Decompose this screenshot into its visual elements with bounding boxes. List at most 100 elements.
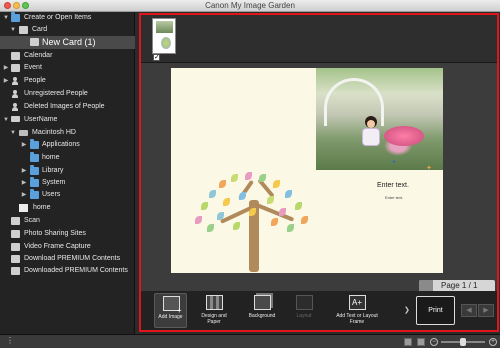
video-icon <box>11 243 20 251</box>
editor-panel: ✓ ✦ ✦ Enter text. Enter text. Page 1 / 1… <box>139 13 499 332</box>
leaf <box>201 202 208 210</box>
sidebar-item-calendar[interactable]: Calendar <box>0 50 135 62</box>
sidebar-item-home-folder[interactable]: home <box>0 152 135 164</box>
sidebar-item-label: home <box>42 154 60 161</box>
disk-icon <box>19 130 28 136</box>
leaf <box>209 190 216 198</box>
sidebar-item-photo-sharing-sites[interactable]: Photo Sharing Sites <box>0 228 135 240</box>
sidebar-item-system[interactable]: ▶ System <box>0 177 135 189</box>
design-and-paper-button[interactable]: Design and Paper <box>196 293 232 328</box>
expanded-triangle-icon[interactable]: ▼ <box>10 127 16 139</box>
sidebar-item-label: Users <box>42 191 61 198</box>
sidebar-item-video-frame-capture[interactable]: Video Frame Capture <box>0 241 135 253</box>
leaf <box>259 174 266 182</box>
thumbnail-tree <box>161 37 171 49</box>
sidebar-item-macintosh-hd[interactable]: ▼ Macintosh HD <box>0 127 135 139</box>
sidebar-item-label: Macintosh HD <box>32 129 76 136</box>
expanded-triangle-icon[interactable]: ▼ <box>10 24 16 36</box>
card-page[interactable]: ✦ ✦ Enter text. Enter text. <box>171 68 443 273</box>
page-thumbnail-strip: ✓ <box>141 15 497 63</box>
sidebar-item-scan[interactable]: Scan <box>0 215 135 227</box>
background-icon <box>254 295 271 310</box>
print-button[interactable]: Print <box>416 296 455 325</box>
add-text-button[interactable]: A+ Add Text or Layout Frame <box>331 293 383 328</box>
collapsed-triangle-icon[interactable]: ▶ <box>21 165 27 177</box>
more-tools-arrow-icon[interactable]: ❯ <box>404 306 410 314</box>
sidebar-item-deleted-images-of-people[interactable]: Deleted Images of People <box>0 101 135 113</box>
sidebar-item-label: home <box>33 204 51 211</box>
leaf <box>239 192 246 200</box>
photo-child <box>360 116 382 146</box>
leaf <box>301 216 308 224</box>
thumbnail-checkbox[interactable]: ✓ <box>153 54 160 61</box>
sidebar-item-card[interactable]: ▼ Card <box>0 24 135 36</box>
zoom-out-icon[interactable]: − <box>430 338 438 346</box>
collapsed-triangle-icon[interactable]: ▶ <box>3 62 9 74</box>
full-screen-button[interactable] <box>417 338 425 346</box>
expanded-triangle-icon[interactable]: ▼ <box>3 114 9 126</box>
sidebar-item-people[interactable]: ▶ People <box>0 75 135 87</box>
sidebar-item-download-premium[interactable]: Download PREMIUM Contents <box>0 253 135 265</box>
sidebar-item-username[interactable]: ▼ UserName <box>0 114 135 126</box>
sidebar-item-label: Download PREMIUM Contents <box>24 255 121 262</box>
info-icon[interactable]: ⋮ <box>6 336 14 345</box>
page-thumbnail[interactable] <box>152 18 176 54</box>
edit-canvas-area: ✦ ✦ Enter text. Enter text. <box>141 64 497 291</box>
person-icon <box>11 77 20 85</box>
add-text-label: Add Text or Layout Frame <box>336 313 378 325</box>
zoom-in-icon[interactable]: + <box>489 338 497 346</box>
window-title: Canon My Image Garden <box>205 1 295 10</box>
sidebar-item-label: Library <box>42 167 64 174</box>
sidebar-item-label: Unregistered People <box>24 90 88 97</box>
sidebar-item-label: Create or Open Items <box>24 14 92 21</box>
card-icon <box>19 26 28 34</box>
sidebar-item-users[interactable]: ▶ Users <box>0 189 135 201</box>
leaf <box>233 222 240 230</box>
sidebar-item-label: New Card (1) <box>42 37 96 47</box>
leaf <box>223 198 230 206</box>
sidebar-item-new-card[interactable]: New Card (1) <box>0 36 135 49</box>
folder-icon <box>30 165 39 175</box>
background-button[interactable]: Background <box>244 293 280 328</box>
page-subtext-box[interactable]: Enter text. <box>385 195 403 200</box>
folder-icon <box>30 189 39 199</box>
expanded-triangle-icon[interactable]: ▼ <box>3 12 9 24</box>
sidebar-item-label: Applications <box>42 141 80 148</box>
sidebar-item-home[interactable]: home <box>0 202 135 214</box>
collapsed-triangle-icon[interactable]: ▶ <box>21 139 27 151</box>
card-photo[interactable] <box>316 68 443 170</box>
computer-icon <box>11 116 20 122</box>
zoom-slider-knob[interactable] <box>460 338 466 346</box>
calendar-icon <box>11 52 20 60</box>
page-text-box[interactable]: Enter text. <box>377 182 409 189</box>
sidebar-item-label: Scan <box>24 217 40 224</box>
add-image-button[interactable]: Add Image <box>154 293 187 328</box>
photo-sharing-icon <box>11 230 20 238</box>
photo-flowers <box>384 126 424 146</box>
sidebar-item-downloaded-premium[interactable]: Downloaded PREMIUM Contents <box>0 265 135 277</box>
sidebar-item-applications[interactable]: ▶ Applications <box>0 139 135 151</box>
leaf <box>287 224 294 232</box>
collapsed-triangle-icon[interactable]: ▶ <box>3 75 9 87</box>
sidebar-item-label: People <box>24 77 46 84</box>
sidebar-item-library[interactable]: ▶ Library <box>0 165 135 177</box>
sidebar-item-label: Event <box>24 64 42 71</box>
sidebar-item-label: UserName <box>24 116 58 123</box>
add-image-icon <box>162 296 181 314</box>
folder-icon <box>30 152 39 162</box>
folder-icon <box>30 177 39 187</box>
leaf <box>195 216 202 224</box>
leaf <box>219 180 226 188</box>
sidebar-item-event[interactable]: ▶ Event <box>0 62 135 74</box>
view-mode-button[interactable] <box>404 338 412 346</box>
next-page-button[interactable]: ▶ <box>478 304 494 317</box>
collapsed-triangle-icon[interactable]: ▶ <box>21 177 27 189</box>
bird-icon: ✦ <box>391 159 397 166</box>
sidebar-item-create-or-open-items[interactable]: ▼ Create or Open Items <box>0 12 135 24</box>
layout-button[interactable]: Layout <box>289 293 319 328</box>
previous-page-button[interactable]: ◀ <box>461 304 477 317</box>
sidebar-item-label: Downloaded PREMIUM Contents <box>24 267 128 274</box>
sidebar-item-label: System <box>42 179 66 186</box>
collapsed-triangle-icon[interactable]: ▶ <box>21 189 27 201</box>
sidebar-item-unregistered-people[interactable]: Unregistered People <box>0 88 135 100</box>
